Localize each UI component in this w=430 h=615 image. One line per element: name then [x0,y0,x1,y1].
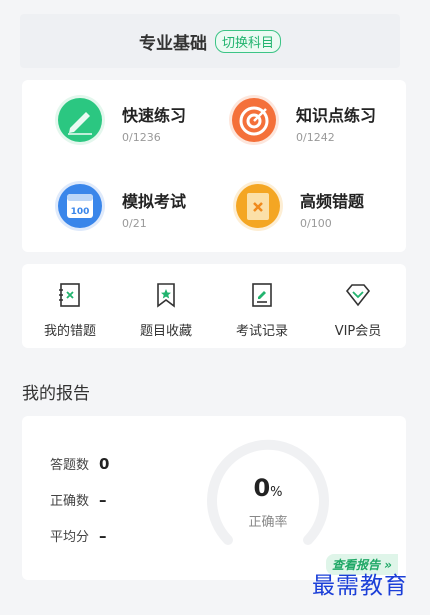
practice-count: 0/1242 [296,131,335,144]
subject-header: 专业基础 切换科目 [20,14,400,68]
tool-label: 考试记录 [235,324,288,339]
bookmark-star-icon [157,283,175,308]
target-icon [228,94,280,146]
stat-label: 答题数 [50,458,90,473]
wrong-book-icon [59,283,80,307]
stat-label: 正确数 [50,494,90,509]
tools-card: 我的错题 题目收藏 考试记录 VIP会员 [22,264,406,348]
practice-title: 高频错题 [300,192,365,211]
tool-exam-records[interactable]: 考试记录 [214,264,310,348]
stat-value: 0 [99,455,110,473]
correct-stat: 正确数 – [50,490,107,509]
tool-label: 我的错题 [43,324,96,339]
practice-title: 知识点练习 [296,106,377,125]
practice-title: 模拟考试 [122,192,187,211]
diamond-icon [345,284,371,307]
tool-wrong-book[interactable]: 我的错题 [22,264,118,348]
exam-record-icon [252,283,272,307]
stat-label: 平均分 [50,530,90,545]
practice-title: 快速练习 [122,106,187,125]
tool-vip[interactable]: VIP会员 [310,264,406,348]
calendar-icon: 100 [54,180,106,232]
switch-subject-button[interactable]: 切换科目 [214,29,281,53]
report-section-title: 我的报告 [22,384,90,404]
stat-value: – [99,491,107,509]
tool-label: 题目收藏 [139,324,192,339]
pencil-icon [54,94,106,146]
practice-count: 0/1236 [122,131,161,144]
knowledge-practice-item[interactable]: 知识点练习 0/1242 [196,80,376,160]
error-book-icon [232,180,284,232]
subject-title: 专业基础 [138,33,207,54]
svg-text:100: 100 [71,207,90,217]
tool-favorites[interactable]: 题目收藏 [118,264,214,348]
mock-exam-item[interactable]: 100 模拟考试 0/21 [22,166,202,246]
practice-count: 0/100 [300,217,332,230]
accuracy-number: 0 [253,474,271,502]
accuracy-unit: % [270,485,283,500]
quick-practice-item[interactable]: 快速练习 0/1236 [22,80,202,160]
watermark: 最需教育 [312,573,408,599]
accuracy-value: 0% [206,474,330,502]
practice-card: 快速练习 0/1236 知识点练习 0/1242 100 模拟考试 0/21 高… [22,80,406,252]
stat-value: – [99,527,107,545]
practice-count: 0/21 [122,217,147,230]
answered-stat: 答题数 0 [50,454,109,473]
tool-label: VIP会员 [334,324,382,339]
average-score-stat: 平均分 – [50,526,107,545]
frequent-errors-item[interactable]: 高频错题 0/100 [200,166,380,246]
accuracy-label: 正确率 [248,515,288,530]
report-card: 答题数 0 正确数 – 平均分 – 0% 正确率 查看报告 » [22,416,406,580]
